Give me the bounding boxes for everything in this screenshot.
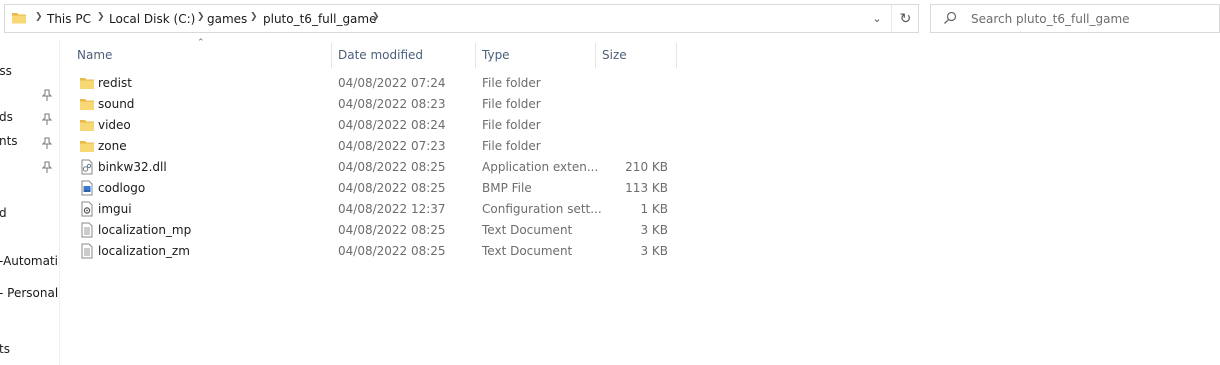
file-row[interactable]: video 04/08/2022 08:24 File folder — [72, 115, 682, 136]
nav-item-onedrive[interactable]: d — [0, 204, 59, 224]
file-date: 04/08/2022 08:23 — [338, 97, 446, 111]
file-type: File folder — [482, 76, 541, 90]
nav-item-label: d — [0, 206, 7, 220]
breadcrumb-this-pc[interactable]: This PC — [47, 12, 91, 26]
breadcrumb-local-disk[interactable]: Local Disk (C:) — [109, 12, 195, 26]
chevron-down-icon[interactable]: ⌄ — [863, 5, 891, 32]
file-date: 04/08/2022 08:25 — [338, 160, 446, 174]
pin-icon[interactable] — [42, 161, 52, 173]
file-name: redist — [98, 76, 132, 90]
file-name: zone — [98, 139, 127, 153]
search-placeholder: Search pluto_t6_full_game — [971, 12, 1130, 26]
file-name: localization_zm — [98, 244, 190, 258]
folder-icon — [80, 120, 94, 131]
file-date: 04/08/2022 08:25 — [338, 181, 446, 195]
column-header-name[interactable]: Name — [71, 43, 331, 68]
navigation-pane[interactable]: ess ds nts d -Automati - Personal ts — [0, 40, 60, 365]
file-date: 04/08/2022 08:25 — [338, 244, 446, 258]
file-type: File folder — [482, 139, 541, 153]
file-date: 04/08/2022 12:37 — [338, 202, 446, 216]
search-icon — [944, 11, 957, 24]
file-name: sound — [98, 97, 135, 111]
file-row[interactable]: sound 04/08/2022 08:23 File folder — [72, 94, 682, 115]
column-header-label: Size — [602, 48, 627, 62]
folder-icon — [12, 13, 26, 24]
file-date: 04/08/2022 07:24 — [338, 76, 446, 90]
column-header-label: Date modified — [338, 48, 424, 62]
nav-item-label: ess — [0, 64, 12, 78]
chevron-right-icon[interactable]: ❯ — [250, 12, 258, 22]
file-type: Application exten... — [482, 160, 599, 174]
file-size: 113 KB — [625, 181, 668, 195]
search-input[interactable]: Search pluto_t6_full_game — [930, 4, 1220, 33]
file-row[interactable]: binkw32.dll 04/08/2022 08:25 Application… — [72, 157, 682, 178]
file-type: Text Document — [482, 223, 573, 237]
file-name: localization_mp — [98, 223, 192, 237]
file-row[interactable]: redist 04/08/2022 07:24 File folder — [72, 73, 682, 94]
nav-item-label: - Personal — [0, 286, 59, 300]
file-size: 3 KB — [640, 244, 668, 258]
nav-item-label: ts — [0, 342, 10, 356]
breadcrumb-current-folder[interactable]: pluto_t6_full_game — [263, 12, 376, 26]
pin-icon[interactable] — [42, 113, 52, 125]
folder-icon — [80, 78, 94, 89]
file-row[interactable]: zone 04/08/2022 07:23 File folder — [72, 136, 682, 157]
folder-icon — [80, 99, 94, 110]
file-row[interactable]: codlogo 04/08/2022 08:25 BMP File 113 KB — [72, 178, 682, 199]
dll-file-icon — [81, 159, 93, 175]
file-type: File folder — [482, 97, 541, 111]
pin-icon[interactable] — [42, 89, 52, 101]
text-file-icon — [81, 222, 93, 238]
file-type: Configuration sett... — [482, 202, 602, 216]
file-type: BMP File — [482, 181, 532, 195]
column-header-label: Name — [77, 48, 113, 62]
column-header-size[interactable]: Size — [596, 43, 676, 68]
nav-item-quick-access[interactable]: ess — [0, 62, 59, 82]
column-header-date[interactable]: Date modified — [332, 43, 475, 68]
file-date: 04/08/2022 08:24 — [338, 118, 446, 132]
nav-item-label: ds — [0, 110, 13, 124]
column-header-label: Type — [482, 48, 510, 62]
nav-item-personal[interactable]: - Personal — [0, 284, 59, 304]
file-type: File folder — [482, 118, 541, 132]
nav-item-label: -Automati — [0, 254, 59, 268]
chevron-right-icon[interactable]: ❯ — [35, 12, 43, 22]
file-row[interactable]: localization_mp 04/08/2022 08:25 Text Do… — [72, 220, 682, 241]
text-file-icon — [81, 243, 93, 259]
config-file-icon — [81, 201, 93, 217]
file-date: 04/08/2022 08:25 — [338, 223, 446, 237]
column-divider[interactable] — [676, 43, 677, 68]
file-size: 210 KB — [625, 160, 668, 174]
file-name: codlogo — [98, 181, 146, 195]
column-header-type[interactable]: Type — [476, 43, 595, 68]
file-row[interactable]: localization_zm 04/08/2022 08:25 Text Do… — [72, 241, 682, 262]
breadcrumb-games[interactable]: games — [207, 12, 247, 26]
chevron-right-icon[interactable]: ❯ — [197, 12, 205, 22]
file-row[interactable]: imgui 04/08/2022 12:37 Configuration set… — [72, 199, 682, 220]
pin-icon[interactable] — [42, 137, 52, 149]
nav-item-network[interactable]: ts — [0, 340, 59, 360]
chevron-right-icon[interactable]: ❯ — [97, 12, 105, 22]
nav-item-automation[interactable]: -Automati — [0, 252, 59, 272]
file-size: 3 KB — [640, 223, 668, 237]
file-name: video — [98, 118, 131, 132]
folder-icon — [80, 141, 94, 152]
file-date: 04/08/2022 07:23 — [338, 139, 446, 153]
image-file-icon — [81, 180, 93, 196]
file-name: binkw32.dll — [98, 160, 167, 174]
refresh-icon[interactable]: ↻ — [891, 5, 919, 32]
file-name: imgui — [98, 202, 132, 216]
file-size: 1 KB — [640, 202, 668, 216]
nav-item-label: nts — [0, 134, 18, 148]
chevron-right-icon[interactable]: ❯ — [372, 12, 380, 22]
address-bar[interactable]: ❯ This PC ❯ Local Disk (C:) ❯ games ❯ pl… — [4, 4, 919, 33]
file-type: Text Document — [482, 244, 573, 258]
